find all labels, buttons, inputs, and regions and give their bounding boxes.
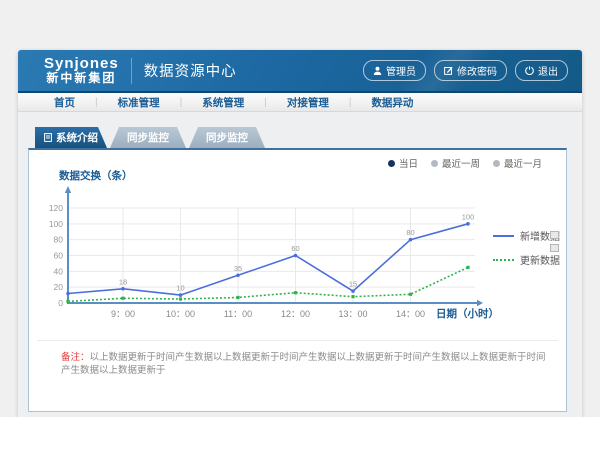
chart-tool-icon-2[interactable]: [550, 244, 559, 252]
logo-text-cn: 新中新集团: [44, 72, 119, 85]
svg-text:60: 60: [54, 251, 64, 261]
nav-item-standard-mgmt[interactable]: 标准管理: [98, 95, 180, 110]
svg-text:14：00: 14：00: [396, 309, 425, 319]
chart-toolbox: [550, 231, 559, 252]
document-icon: [44, 133, 52, 142]
svg-text:100: 100: [49, 219, 63, 229]
chart-tool-icon-1[interactable]: [550, 231, 559, 239]
footnote: 备注：以上数据更新于时间产生数据以上数据更新于时间产生数据以上数据更新于时间产生…: [61, 351, 550, 378]
edit-icon: [444, 66, 453, 75]
svg-text:35: 35: [234, 264, 242, 273]
logo: Synjones 新中新集团: [18, 56, 119, 84]
nav-item-data-change[interactable]: 数据异动: [351, 95, 433, 110]
svg-text:100: 100: [462, 212, 475, 221]
svg-text:120: 120: [49, 203, 63, 213]
svg-text:13：00: 13：00: [338, 309, 367, 319]
dotted-line-icon: [493, 259, 514, 261]
header-divider: [131, 58, 132, 84]
svg-text:80: 80: [406, 228, 414, 237]
x-axis-title: 日期（小时）: [436, 306, 499, 321]
tab-bar: 系统介绍 同步监控 同步监控: [35, 127, 265, 148]
page-background-strip: [0, 417, 600, 450]
nav-item-interface-mgmt[interactable]: 对接管理: [267, 95, 349, 110]
svg-text:20: 20: [54, 282, 64, 292]
svg-text:9：00: 9：00: [111, 309, 135, 319]
logo-text-en: Synjones: [44, 56, 119, 72]
svg-text:40: 40: [54, 266, 64, 276]
app-header: Synjones 新中新集团 数据资源中心 管理员 修改密码: [18, 50, 582, 93]
legend-item-updated-data[interactable]: 更新数据: [493, 252, 560, 267]
change-password-button[interactable]: 修改密码: [434, 60, 507, 81]
svg-text:80: 80: [54, 235, 64, 245]
page-title: 数据资源中心: [144, 60, 237, 81]
tab-system-intro[interactable]: 系统介绍: [35, 127, 107, 148]
chart-panel: 当日 最近一周 最近一月 数据交换（条） 0204060801001209：00…: [28, 148, 567, 412]
svg-text:10: 10: [176, 284, 184, 293]
svg-text:10：00: 10：00: [166, 309, 195, 319]
footnote-label: 备注：: [61, 352, 90, 363]
svg-text:15: 15: [349, 280, 357, 289]
app-window: Synjones 新中新集团 数据资源中心 管理员 修改密码: [18, 50, 582, 418]
power-icon: [525, 66, 534, 75]
svg-text:18: 18: [119, 277, 127, 286]
nav-item-system-mgmt[interactable]: 系统管理: [182, 95, 264, 110]
svg-text:12：00: 12：00: [281, 309, 310, 319]
tab-sync-monitor-2[interactable]: 同步监控: [189, 127, 265, 148]
solid-line-icon: [493, 235, 514, 237]
svg-text:0: 0: [58, 298, 63, 308]
main-nav: 首页 | 标准管理 | 系统管理 | 对接管理 | 数据异动: [18, 93, 582, 112]
admin-user-button[interactable]: 管理员: [363, 60, 426, 81]
header-actions: 管理员 修改密码 退出: [363, 60, 568, 81]
tab-sync-monitor-1[interactable]: 同步监控: [110, 127, 186, 148]
logout-button[interactable]: 退出: [515, 60, 568, 81]
svg-text:60: 60: [291, 244, 299, 253]
user-icon: [373, 66, 382, 75]
svg-text:11：00: 11：00: [224, 309, 252, 319]
nav-item-home[interactable]: 首页: [34, 95, 95, 110]
footnote-text: 以上数据更新于时间产生数据以上数据更新于时间产生数据以上数据更新于时间产生数据以…: [61, 352, 546, 376]
panel-divider: [37, 340, 558, 341]
